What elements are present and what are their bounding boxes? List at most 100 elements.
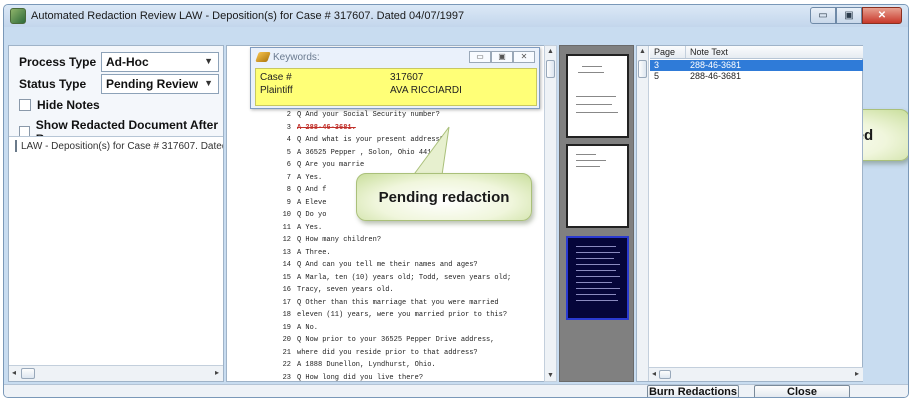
- column-header-page[interactable]: Page: [650, 46, 686, 58]
- chevron-down-icon: ▼: [204, 78, 213, 88]
- page-thumbnail-selected[interactable]: [566, 236, 629, 320]
- scroll-right-icon[interactable]: ▸: [855, 369, 859, 378]
- table-row[interactable]: 5 288-46-3681: [650, 71, 863, 82]
- line-number: 22: [282, 361, 291, 369]
- transcript-line: 16 Tracy, seven years old.: [227, 286, 394, 299]
- transcript-line: 3 A 288-46-3681.: [227, 124, 356, 137]
- keywords-panel: Keywords: ▭ ▣ ✕ Case # 317607 Plaintiff …: [250, 47, 540, 109]
- status-type-select[interactable]: Pending Review ▼: [101, 74, 219, 94]
- window-controls: ▭ ▣ ✕: [810, 7, 902, 24]
- burn-redactions-button[interactable]: Burn Redactions: [647, 385, 739, 397]
- notes-horizontal-scrollbar[interactable]: ◂ ▸: [649, 367, 863, 381]
- keywords-list: Case # 317607 Plaintiff AVA RICCIARDI: [255, 68, 537, 106]
- note-text: 288-46-3681: [690, 71, 742, 81]
- note-page: 5: [654, 71, 660, 81]
- line-number: 23: [282, 373, 291, 382]
- line-number: 8: [286, 186, 291, 194]
- line-number: 13: [282, 248, 291, 257]
- keywords-panel-controls: ▭ ▣ ✕: [469, 51, 535, 63]
- note-page: 3: [654, 60, 660, 70]
- line-text: Q How long did you live there?: [297, 373, 424, 382]
- line-number: 18: [282, 311, 291, 319]
- list-item[interactable]: LAW - Deposition(s) for Case # 317607. D…: [9, 137, 223, 155]
- scroll-down-icon[interactable]: ▼: [547, 372, 554, 379]
- hide-notes-checkbox[interactable]: Hide Notes: [19, 98, 100, 112]
- line-number: 15: [282, 273, 291, 282]
- line-text: A Yes.: [297, 173, 323, 182]
- scrollbar-thumb[interactable]: [659, 370, 671, 379]
- line-text: Q And what is your present address?: [297, 136, 445, 144]
- maximize-button[interactable]: ▣: [491, 51, 513, 63]
- notes-vertical-scrollbar[interactable]: ▲: [637, 46, 649, 381]
- app-window: Automated Redaction Review LAW - Deposit…: [3, 4, 909, 398]
- transcript-line: 5 A 36525 Pepper , Solon, Ohio 44139.: [227, 149, 444, 162]
- minimize-button[interactable]: ▭: [469, 51, 491, 63]
- transcript-line: 15 A Marla, ten (10) years old; Todd, sev…: [227, 273, 512, 287]
- scroll-up-icon[interactable]: ▲: [639, 48, 646, 55]
- scroll-left-icon[interactable]: ◂: [12, 368, 16, 377]
- line-number: 12: [282, 236, 291, 244]
- scrollbar-thumb[interactable]: [638, 60, 647, 78]
- line-text: where did you reside prior to that addre…: [297, 348, 478, 357]
- line-text: Q And can you tell me their names and ag…: [297, 261, 478, 269]
- checkbox-box[interactable]: [19, 99, 31, 111]
- maximize-button[interactable]: ▣: [836, 7, 862, 24]
- pencil-icon: [255, 52, 271, 62]
- transcript-line: 9 A Eleve: [227, 198, 327, 212]
- line-number: 2: [286, 111, 291, 119]
- line-text: A 36525 Pepper , Solon, Ohio 44139.: [297, 148, 445, 157]
- keyword-key: Plaintiff: [260, 85, 293, 96]
- close-button[interactable]: ✕: [513, 51, 535, 63]
- table-row[interactable]: 3 288-46-3681: [650, 60, 863, 71]
- keyword-row: Plaintiff AVA RICCIARDI: [260, 85, 462, 96]
- transcript-line: 6 Q Are you marrie: [227, 161, 364, 174]
- notes-panel: ▲ Page Note Text 3 288-46-3681 5 288-46-…: [636, 45, 863, 382]
- process-type-label: Process Type: [19, 55, 97, 69]
- transcript-line: 20 Q Now prior to your 36525 Pepper Drive…: [227, 336, 495, 349]
- document-vertical-scrollbar[interactable]: ▲ ▼: [544, 45, 557, 382]
- app-icon: [10, 8, 26, 24]
- chevron-down-icon: ▼: [204, 56, 213, 66]
- status-type-label: Status Type: [19, 77, 87, 91]
- line-number: 21: [282, 348, 291, 357]
- transcript-line: 22 A 1888 Dunellon, Lyndhurst, Ohio.: [227, 361, 436, 374]
- scrollbar-thumb[interactable]: [546, 60, 555, 78]
- transcript-line: 7 A Yes.: [227, 174, 322, 187]
- line-text: Q Do yo: [297, 211, 327, 219]
- close-window-button[interactable]: ✕: [862, 7, 902, 24]
- scroll-left-icon[interactable]: ◂: [652, 369, 656, 378]
- filter-pane: Process Type Ad-Hoc ▼ Status Type Pendin…: [8, 45, 224, 382]
- transcript-line: 12 Q How many children?: [227, 236, 381, 249]
- line-text: A Marla, ten (10) years old; Todd, seven…: [297, 273, 512, 282]
- transcript-line: 21 where did you reside prior to that add…: [227, 349, 478, 362]
- redaction-mark[interactable]: A 288-46-3681.: [297, 124, 356, 132]
- transcript-line: 14 Q And can you tell me their names and …: [227, 261, 478, 274]
- page-thumbnail[interactable]: [566, 144, 629, 228]
- close-button[interactable]: Close: [754, 385, 850, 397]
- keyword-row: Case # 317607: [260, 72, 423, 83]
- column-header-note-text[interactable]: Note Text: [686, 46, 863, 58]
- scrollbar-thumb[interactable]: [21, 368, 35, 379]
- minimize-button[interactable]: ▭: [810, 7, 836, 24]
- transcript-line: 23 Q How long did you live there?: [227, 373, 424, 382]
- line-number: 20: [282, 336, 291, 344]
- line-number: 14: [282, 261, 291, 269]
- line-number: 11: [282, 223, 291, 232]
- note-text: 288-46-3681: [690, 60, 742, 70]
- line-text: Q Other than this marriage that you were…: [297, 298, 499, 307]
- keyword-value: 317607: [390, 72, 424, 83]
- transcript-line: 11 A Yes.: [227, 223, 323, 237]
- scroll-up-icon[interactable]: ▲: [547, 48, 554, 55]
- scroll-right-icon[interactable]: ▸: [215, 368, 219, 377]
- line-text: A Eleve: [297, 198, 327, 207]
- keyword-key: Case #: [260, 72, 292, 83]
- process-type-select[interactable]: Ad-Hoc ▼: [101, 52, 219, 72]
- page-thumbnail[interactable]: [566, 54, 629, 138]
- document-title: LAW - Deposition(s) for Case # 317607. D…: [21, 140, 223, 152]
- title-bar[interactable]: Automated Redaction Review LAW - Deposit…: [4, 5, 908, 27]
- transcript-line: 10 Q Do yo: [227, 211, 327, 224]
- transcript-line: 13 A Three.: [227, 249, 331, 262]
- line-number: 5: [286, 148, 291, 157]
- keywords-title: Keywords:: [273, 51, 320, 63]
- horizontal-scrollbar[interactable]: ◂ ▸: [9, 365, 223, 381]
